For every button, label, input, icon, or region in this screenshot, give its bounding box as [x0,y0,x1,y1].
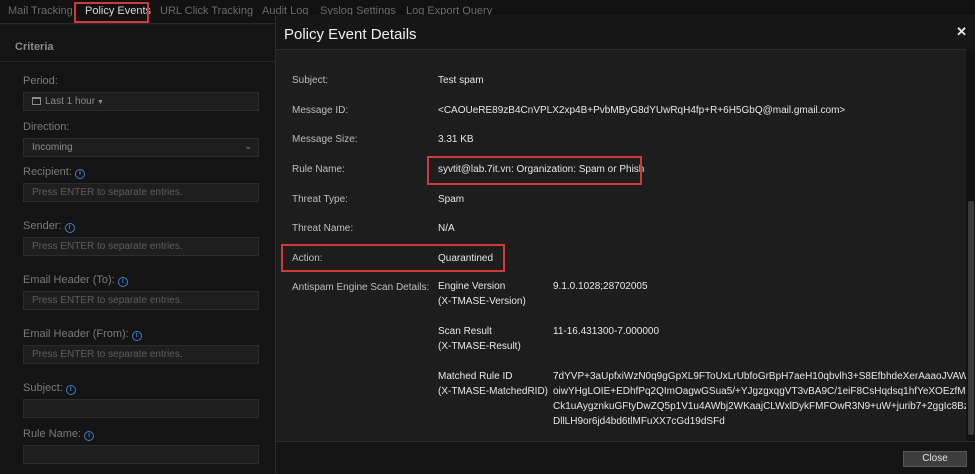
detail-value-threat-type: Spam [438,194,465,205]
chevron-down-icon: ⌄ [244,141,252,151]
scan-result-label-line: Scan Result [438,326,492,337]
rule-name-input[interactable] [23,445,259,464]
sender-label: Sender: i [23,220,75,233]
tab-mail-tracking[interactable]: Mail Tracking [8,5,73,17]
engine-version-value: 9.1.0.1028;28702005 [553,281,648,292]
detail-value-subject: Test spam [438,75,484,86]
detail-label-antispam: Antispam Engine Scan Details: [292,282,430,293]
sender-input[interactable]: Press ENTER to separate entries. [23,237,259,256]
subject-label: Subject: i [23,382,76,395]
header-to-input[interactable]: Press ENTER to separate entries. [23,291,259,310]
subject-label-text: Subject: [23,382,63,394]
header-from-label-text: Email Header (From): [23,328,129,340]
recipient-label: Recipient: i [23,166,85,179]
direction-label: Direction: [23,121,70,133]
info-icon[interactable]: i [65,385,76,395]
highlight-action [281,244,505,272]
header-from-label: Email Header (From): i [23,328,142,341]
policy-event-details-dialog: Policy Event Details ✕ Subject: Test spa… [275,15,975,474]
matched-rule-label: Matched Rule ID (X-TMASE-MatchedRID) [438,369,548,399]
period-label: Period: [23,75,58,87]
modal-footer: Close [276,441,975,474]
modal-scrollbar[interactable] [966,49,975,441]
matched-rule-label-line: (X-TMASE-MatchedRID) [438,386,549,397]
scan-result-label-line: (X-TMASE-Result) [438,341,521,352]
scan-result-value: 11-16.431300-7.000000 [553,326,660,337]
matched-rule-line: Ck1uAygznkuGFtyDwZQ5p1V1u4AWbj2WKaajCLWx… [553,401,975,412]
criteria-header: Criteria [0,34,275,62]
criteria-panel: Criteria Period: Last 1 hour ▼ Direction:… [0,25,275,474]
recipient-label-text: Recipient: [23,166,72,178]
direction-select[interactable]: Incoming ⌄ [23,138,259,157]
info-icon[interactable]: i [117,277,128,287]
highlight-rule-name [427,156,642,185]
caret-down-icon: ▼ [97,99,104,106]
engine-version-label-line: (X-TMASE-Version) [438,296,526,307]
close-button[interactable]: Close [903,451,967,467]
rule-name-label: Rule Name: i [23,428,95,441]
detail-value-message-id: <CAOUeRE89zB4CnVPLX2xp4B+PvbMByG8dYUwRqH… [438,105,846,116]
detail-label: Threat Name: [292,223,354,234]
modal-body: Subject: Test spam Message ID: <CAOUeRE8… [276,49,975,441]
detail-label: Subject: [292,75,329,86]
matched-rule-value: 7dYVP+3aUpfxiWzN0q9gGpXL9FToUxLrUbfoGrBp… [553,369,975,429]
header-to-label: Email Header (To): i [23,274,128,287]
detail-label: Threat Type: [292,194,348,205]
matched-rule-label-line: Matched Rule ID [438,371,513,382]
calendar-icon [32,97,41,105]
header-from-input[interactable]: Press ENTER to separate entries. [23,345,259,364]
detail-label: Message Size: [292,134,358,145]
criteria-title: Criteria [15,41,54,53]
close-icon[interactable]: ✕ [956,24,967,40]
info-icon[interactable]: i [84,431,95,441]
info-icon[interactable]: i [131,331,142,341]
detail-value-message-size: 3.31 KB [438,134,474,145]
highlight-policy-events [74,2,149,23]
modal-title: Policy Event Details [284,26,417,43]
header-to-label-text: Email Header (To): [23,274,115,286]
scrollbar-thumb[interactable] [968,201,974,435]
matched-rule-line: DllLH9or6jd4bd6tlMFuXX7cGd19dSFd [553,416,725,427]
engine-version-label: Engine Version (X-TMASE-Version) [438,279,526,309]
detail-label: Message ID: [292,105,349,116]
scan-result-label: Scan Result (X-TMASE-Result) [438,324,521,354]
detail-value-threat-name: N/A [438,223,455,234]
matched-rule-line: 7dYVP+3aUpfxiWzN0q9gGpXL9FToUxLrUbfoGrBp… [553,371,975,382]
matched-rule-line: oiwYHgLOIE+EDhfPq2QImOagwGSua5/+YJgzgxqg… [553,386,975,397]
info-icon[interactable]: i [64,223,75,233]
sender-label-text: Sender: [23,220,62,232]
direction-value: Incoming [32,142,73,153]
tab-url-click-tracking[interactable]: URL Click Tracking [160,5,253,17]
detail-label: Rule Name: [292,164,345,175]
period-dropdown[interactable]: Last 1 hour ▼ [23,92,259,111]
recipient-input[interactable]: Press ENTER to separate entries. [23,183,259,202]
info-icon[interactable]: i [74,169,85,179]
rule-name-label-text: Rule Name: [23,428,82,440]
engine-version-label-line: Engine Version [438,281,506,292]
subject-input[interactable] [23,399,259,418]
period-value: Last 1 hour [45,96,96,107]
